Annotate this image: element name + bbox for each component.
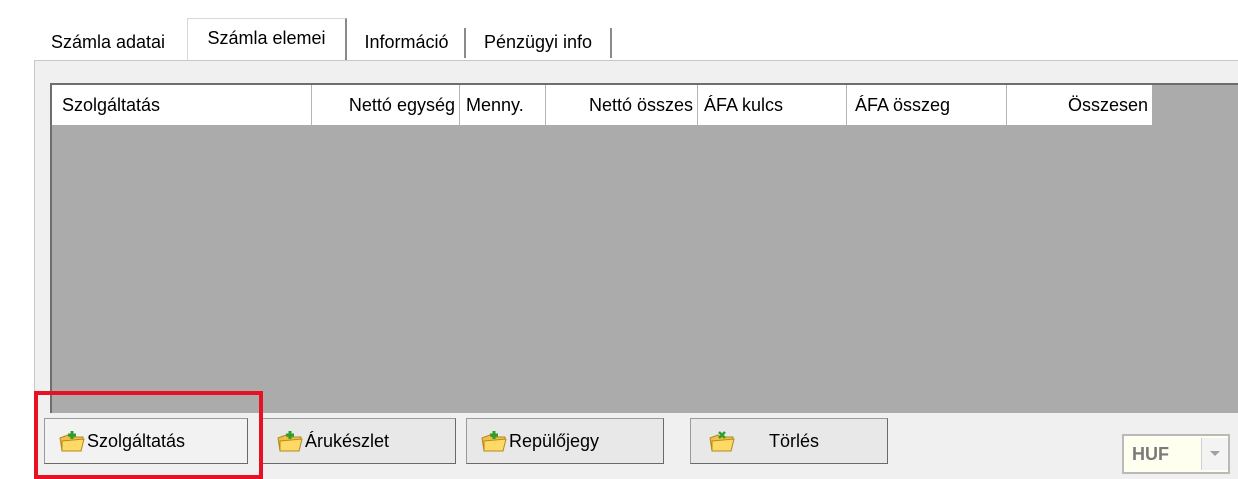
- items-grid[interactable]: Szolgáltatás Nettó egység Menny. Nettó ö…: [50, 83, 1238, 413]
- folder-add-icon: [277, 431, 303, 452]
- add-service-button[interactable]: Szolgáltatás: [44, 418, 248, 464]
- add-ticket-label: Repülőjegy: [509, 431, 600, 451]
- delete-label: Törlés: [769, 431, 820, 451]
- column-header-szolgaltatas[interactable]: Szolgáltatás: [52, 85, 312, 125]
- folder-add-icon: [59, 431, 85, 452]
- tab-informacio[interactable]: Információ: [349, 28, 466, 58]
- chevron-down-icon[interactable]: [1201, 438, 1228, 470]
- tab-strip: Számla adatai Számla elemei Információ P…: [0, 0, 1238, 64]
- delete-button[interactable]: Törlés: [690, 418, 888, 464]
- add-stock-button[interactable]: Árukészlet: [262, 418, 456, 464]
- column-header-afa-kulcs[interactable]: ÁFA kulcs: [698, 85, 847, 125]
- column-header-osszesen[interactable]: Összesen: [1007, 85, 1152, 125]
- add-ticket-button[interactable]: Repülőjegy: [466, 418, 664, 464]
- column-header-menny[interactable]: Menny.: [460, 85, 546, 125]
- currency-value: HUF: [1132, 444, 1169, 464]
- currency-select[interactable]: HUF: [1122, 434, 1230, 474]
- add-service-label: Szolgáltatás: [87, 431, 186, 451]
- tab-szamla-adatai[interactable]: Számla adatai: [34, 28, 182, 58]
- add-stock-label: Árukészlet: [305, 431, 390, 451]
- column-header-netto-egyseg[interactable]: Nettó egység: [312, 85, 460, 125]
- grid-header: Szolgáltatás Nettó egység Menny. Nettó ö…: [52, 85, 1152, 125]
- column-header-afa-osszeg[interactable]: ÁFA összeg: [847, 85, 1007, 125]
- folder-delete-icon: [709, 431, 735, 452]
- tab-szamla-elemei[interactable]: Számla elemei: [187, 18, 347, 64]
- column-header-netto-osszes[interactable]: Nettó összes: [546, 85, 698, 125]
- tab-penzugyi-info[interactable]: Pénzügyi info: [466, 28, 612, 58]
- folder-add-icon: [481, 431, 507, 452]
